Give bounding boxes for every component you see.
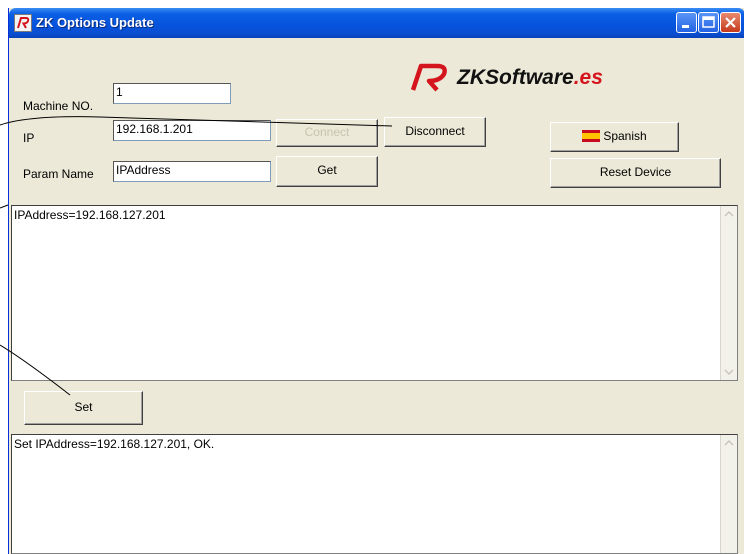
param-memo-text: IPAddress=192.168.127.201 xyxy=(14,208,166,222)
scroll-down-icon[interactable] xyxy=(721,364,737,380)
minimize-button[interactable] xyxy=(676,12,697,33)
window-title: ZK Options Update xyxy=(36,15,154,30)
zksoftware-logo: ZKSoftware.es xyxy=(407,60,667,94)
logo-brand: ZKSoftware xyxy=(457,66,574,89)
log-memo-text: Set IPAddress=192.168.127.201, OK. xyxy=(14,437,215,451)
maximize-icon xyxy=(702,16,715,28)
scroll-up-icon[interactable] xyxy=(721,435,737,451)
maximize-button[interactable] xyxy=(698,12,719,33)
param-memo-scrollbar[interactable] xyxy=(720,206,737,380)
language-button[interactable]: Spanish xyxy=(550,122,679,152)
app-window: ZK Options Update ZKSoftware.es Machine … xyxy=(8,8,744,554)
log-memo-scrollbar[interactable] xyxy=(720,435,737,553)
logo-suffix: .es xyxy=(573,66,603,89)
spain-flag-icon xyxy=(582,130,601,142)
scroll-up-icon[interactable] xyxy=(721,206,737,222)
get-button[interactable]: Get xyxy=(276,156,378,187)
ip-label: IP xyxy=(23,131,35,145)
close-button[interactable] xyxy=(720,12,741,33)
machine-no-field[interactable]: 1 xyxy=(113,83,231,104)
ip-field[interactable]: 192.168.1.201 xyxy=(113,120,271,141)
title-bar[interactable]: ZK Options Update xyxy=(9,8,744,38)
language-label: Spanish xyxy=(603,129,647,143)
param-memo[interactable]: IPAddress=192.168.127.201 xyxy=(11,205,738,381)
app-icon[interactable] xyxy=(14,14,32,32)
log-memo[interactable]: Set IPAddress=192.168.127.201, OK. xyxy=(11,434,738,554)
param-name-label: Param Name xyxy=(23,167,94,181)
minimize-icon xyxy=(682,25,689,28)
disconnect-button[interactable]: Disconnect xyxy=(384,117,486,147)
machine-no-label: Machine NO. xyxy=(23,99,94,113)
set-button[interactable]: Set xyxy=(24,391,143,425)
reset-device-button[interactable]: Reset Device xyxy=(550,158,721,188)
close-icon xyxy=(725,17,736,28)
param-name-field[interactable]: IPAddress xyxy=(113,161,271,182)
zk-r-logo-icon xyxy=(410,63,447,92)
connect-button[interactable]: Connect xyxy=(276,119,378,147)
